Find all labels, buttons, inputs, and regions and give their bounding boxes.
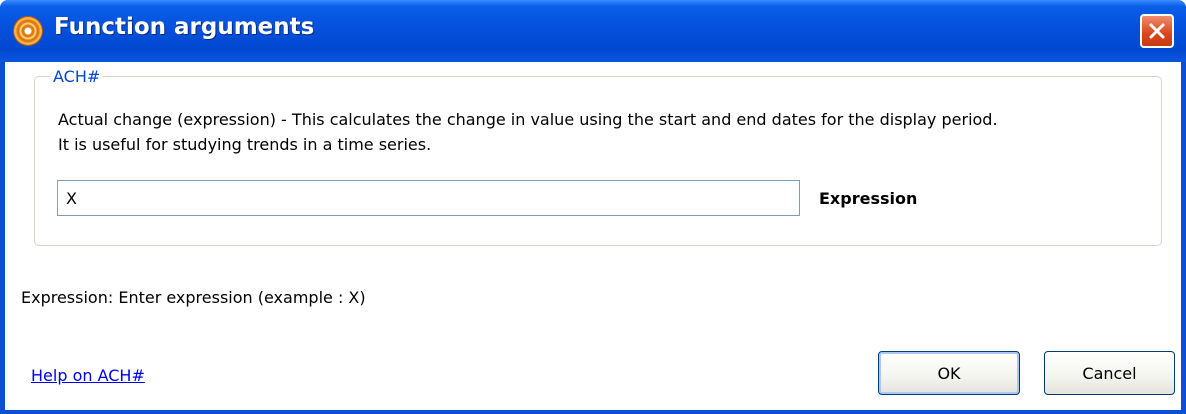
ok-button[interactable]: OK xyxy=(878,351,1020,395)
function-group: ACH# Actual change (expression) - This c… xyxy=(34,68,1162,246)
function-name-legend: ACH# xyxy=(50,68,104,86)
window-title: Function arguments xyxy=(54,14,315,40)
cancel-button[interactable]: Cancel xyxy=(1044,351,1175,395)
description-line-2: It is useful for studying trends in a ti… xyxy=(58,135,432,154)
dialog-body: ACH# Actual change (expression) - This c… xyxy=(5,62,1181,410)
argument-hint: Expression: Enter expression (example : … xyxy=(21,288,366,307)
app-logo-icon xyxy=(14,17,42,45)
function-arguments-dialog: Function arguments ACH# Actual change (e… xyxy=(0,0,1186,414)
expression-input[interactable] xyxy=(57,180,800,216)
description-line-1: Actual change (expression) - This calcul… xyxy=(58,110,998,129)
help-link[interactable]: Help on ACH# xyxy=(31,366,145,385)
title-bar[interactable]: Function arguments xyxy=(0,0,1186,62)
close-icon xyxy=(1149,23,1165,39)
close-button[interactable] xyxy=(1140,14,1174,48)
expression-label: Expression xyxy=(819,189,918,208)
function-description: Actual change (expression) - This calcul… xyxy=(58,107,1153,157)
